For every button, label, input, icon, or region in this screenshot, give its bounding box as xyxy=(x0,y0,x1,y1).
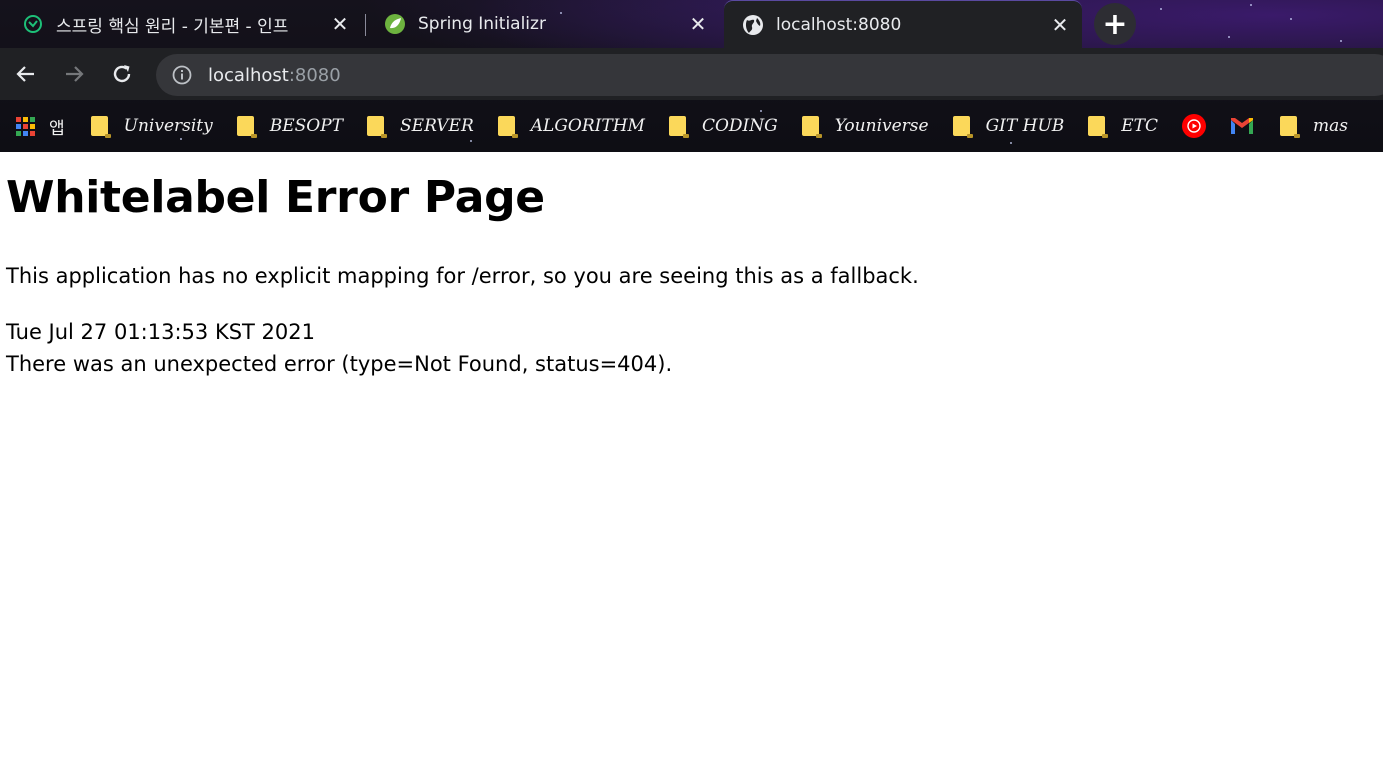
error-detail: There was an unexpected error (type=Not … xyxy=(6,352,673,376)
toolbar: localhost:8080 xyxy=(0,48,1383,100)
bookmark-folder-youniverse[interactable]: Youniverse xyxy=(801,116,929,138)
back-button[interactable] xyxy=(11,59,41,89)
tab-localhost[interactable]: localhost:8080 ✕ xyxy=(724,0,1082,48)
bookmark-label: Youniverse xyxy=(834,116,929,136)
address-bar[interactable]: localhost:8080 xyxy=(156,54,1383,96)
bookmark-label: ALGORITHM xyxy=(530,116,645,136)
address-url: localhost:8080 xyxy=(208,65,341,86)
forward-button[interactable] xyxy=(59,59,89,89)
new-tab-button[interactable]: + xyxy=(1094,3,1136,45)
bookmark-label: ETC xyxy=(1121,116,1159,136)
arrow-right-icon xyxy=(66,66,84,82)
bookmark-folder-etc[interactable]: ETC xyxy=(1088,116,1159,138)
spring-leaf-icon xyxy=(384,13,406,35)
bookmark-folder-coding[interactable]: CODING xyxy=(668,116,778,138)
folder-icon xyxy=(236,116,257,138)
folder-icon xyxy=(90,116,111,138)
gmail-icon[interactable] xyxy=(1230,117,1254,135)
globe-icon xyxy=(742,14,764,36)
address-port: :8080 xyxy=(288,64,341,86)
reload-button[interactable] xyxy=(107,59,137,89)
apps-label: 앱 xyxy=(49,118,65,139)
tab-title: localhost:8080 xyxy=(776,14,902,35)
close-icon[interactable]: ✕ xyxy=(1048,13,1072,37)
bookmark-label: University xyxy=(123,116,213,136)
bookmark-folder-truncated[interactable]: mas xyxy=(1280,116,1349,138)
page-title: Whitelabel Error Page xyxy=(6,172,545,223)
folder-icon xyxy=(668,116,689,138)
tab-title: 스프링 핵심 원리 - 기본편 - 인프 xyxy=(56,16,289,37)
error-timestamp: Tue Jul 27 01:13:53 KST 2021 xyxy=(6,320,315,344)
bookmark-folder-server[interactable]: SERVER xyxy=(367,116,474,138)
tab-spring-initializr[interactable]: Spring Initializr ✕ xyxy=(366,0,720,48)
apps-grid-icon xyxy=(16,116,35,136)
tab-inflearn[interactable]: 스프링 핵심 원리 - 기본편 - 인프 ✕ xyxy=(4,0,362,48)
youtube-icon[interactable] xyxy=(1182,114,1207,138)
address-host: localhost xyxy=(208,64,289,86)
bookmark-label: CODING xyxy=(701,116,778,136)
browser-chrome: 스프링 핵심 원리 - 기본편 - 인프 ✕ Spring Initializr… xyxy=(0,0,1383,152)
reload-icon xyxy=(113,65,131,83)
bookmark-folder-university[interactable]: University xyxy=(90,116,213,138)
bookmark-folder-github[interactable]: GIT HUB xyxy=(952,116,1065,138)
folder-icon xyxy=(801,116,822,138)
folder-icon xyxy=(952,116,973,138)
bookmark-label: SERVER xyxy=(400,116,474,136)
page-content: Whitelabel Error Page This application h… xyxy=(0,152,1383,767)
tab-strip: 스프링 핵심 원리 - 기본편 - 인프 ✕ Spring Initializr… xyxy=(0,0,1383,48)
folder-icon xyxy=(1280,116,1301,138)
folder-icon xyxy=(367,116,388,138)
close-icon[interactable]: ✕ xyxy=(328,12,352,36)
bookmark-folder-besopt[interactable]: BESOPT xyxy=(236,116,344,138)
bookmark-folder-algorithm[interactable]: ALGORITHM xyxy=(497,116,645,138)
info-icon[interactable] xyxy=(171,64,193,86)
apps-shortcut[interactable]: 앱 xyxy=(16,114,65,139)
close-icon[interactable]: ✕ xyxy=(686,12,710,36)
folder-icon xyxy=(1088,116,1109,138)
arrow-left-icon xyxy=(16,66,34,82)
tab-title: Spring Initializr xyxy=(418,14,546,34)
inflearn-icon xyxy=(22,13,44,35)
folder-icon xyxy=(497,116,518,138)
bookmark-label: GIT HUB xyxy=(985,116,1065,136)
error-message: This application has no explicit mapping… xyxy=(6,264,919,288)
bookmark-label: BESOPT xyxy=(269,116,344,136)
bookmarks-bar: 앱 University BESOPT SERVER ALGORITHM COD… xyxy=(0,100,1383,152)
bookmark-label: mas xyxy=(1313,116,1349,136)
